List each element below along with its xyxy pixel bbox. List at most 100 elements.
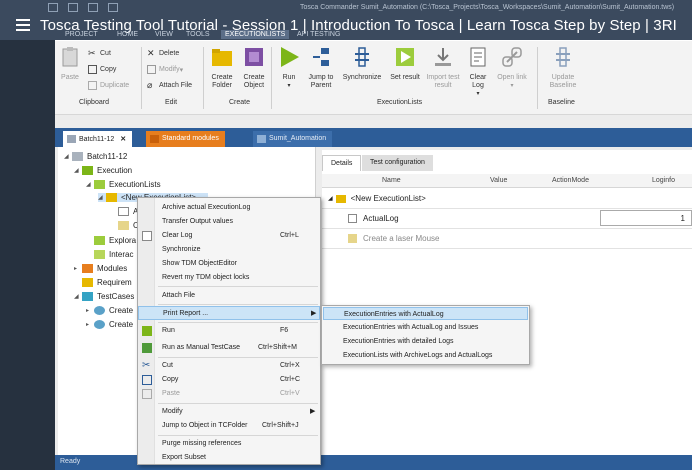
menu-item-attach-file[interactable]: Attach File xyxy=(138,289,320,303)
tree-item-create-2[interactable]: ▸ Create xyxy=(86,320,133,329)
table-row[interactable]: ActualLog 1 xyxy=(322,209,692,229)
tab-tools[interactable]: TOOLS xyxy=(186,31,210,38)
tree-item-requirem[interactable]: Requirem xyxy=(82,278,132,287)
link-icon xyxy=(502,47,522,67)
tree-item-create-1[interactable]: ▸ Create xyxy=(86,306,133,315)
submenu-item-entries-detailed-logs[interactable]: ExecutionEntries with detailed Logs xyxy=(323,335,528,348)
menu-item-export-subset[interactable]: Export Subset xyxy=(138,451,320,465)
tab-home[interactable]: HOME xyxy=(117,31,138,38)
tree-item-root[interactable]: ◢ Batch11-12 xyxy=(64,152,127,161)
hamburger-menu-icon[interactable] xyxy=(16,19,30,31)
save-icon[interactable] xyxy=(48,3,58,12)
doc-tab-batch[interactable]: Batch11-12 ✕ xyxy=(63,131,133,147)
collapse-arrow-icon[interactable]: ◢ xyxy=(86,181,94,188)
menu-item-modify[interactable]: Modify ▶ xyxy=(138,405,320,419)
tree-item-label: ExecutionLists xyxy=(109,180,161,189)
column-header-value[interactable]: Value xyxy=(490,177,507,184)
collapse-arrow-icon[interactable]: ◢ xyxy=(74,167,82,174)
table-row[interactable]: ◢ <New ExecutionList> xyxy=(322,189,692,209)
clear-log-icon xyxy=(142,231,152,241)
duplicate-button[interactable]: Duplicate xyxy=(88,81,129,90)
redo-icon[interactable] xyxy=(88,3,98,12)
open-link-label: Open link xyxy=(497,74,527,81)
tree-item-explora[interactable]: Explora xyxy=(94,236,136,245)
tree-item-executionlists[interactable]: ◢ ExecutionLists xyxy=(86,180,161,189)
tab-details[interactable]: Details xyxy=(322,155,362,171)
menu-item-tdm-editor[interactable]: Show TDM ObjectEditor xyxy=(138,257,320,271)
paste-icon xyxy=(62,47,78,67)
window-path: Tosca Commander Sumit_Automation (C:\Tos… xyxy=(300,4,675,11)
set-result-button[interactable]: Set result xyxy=(387,46,423,82)
menu-item-purge-references[interactable]: Purge missing references xyxy=(138,437,320,451)
menu-item-run-manual[interactable]: Run as Manual TestCase Ctrl+Shift+M xyxy=(138,341,320,355)
column-header-loginfo[interactable]: Loginfo xyxy=(652,177,675,184)
doc-tab-standard-modules[interactable]: Standard modules xyxy=(146,131,225,147)
row-name: Create a laser Mouse xyxy=(363,234,440,243)
menu-item-transfer-output[interactable]: Transfer Output values xyxy=(138,215,320,229)
modify-button[interactable]: Modify ▾ xyxy=(147,65,183,74)
close-icon[interactable]: ✕ xyxy=(120,136,126,143)
import-test-result-button[interactable]: Import test result xyxy=(425,46,461,90)
expand-arrow-icon[interactable]: ▸ xyxy=(86,321,94,328)
tab-view[interactable]: VIEW xyxy=(155,31,173,38)
menu-item-cut[interactable]: ✂ Cut Ctrl+X xyxy=(138,359,320,373)
tab-api-testing[interactable]: API TESTING xyxy=(297,31,340,38)
loginfo-cell[interactable]: 1 xyxy=(600,210,692,226)
collapse-arrow-icon[interactable]: ◢ xyxy=(328,195,333,202)
tree-item-a[interactable]: A xyxy=(118,207,138,216)
tree-item-testcases[interactable]: ◢ TestCases xyxy=(74,292,134,301)
edit-group-label: Edit xyxy=(165,99,178,106)
tab-test-configuration[interactable]: Test configuration xyxy=(362,155,433,171)
menu-item-run[interactable]: Run F6 xyxy=(138,324,320,338)
cut-button[interactable]: ✂ Cut xyxy=(88,49,111,58)
submenu-item-entries-actual-log[interactable]: ExecutionEntries with ActualLog xyxy=(323,307,528,320)
submenu-item-lists-archive-logs[interactable]: ExecutionLists with ArchiveLogs and Actu… xyxy=(323,349,528,362)
create-object-button[interactable]: Create Object xyxy=(237,46,271,90)
menu-item-synchronize[interactable]: Synchronize xyxy=(138,243,320,257)
paste-icon xyxy=(142,389,152,399)
submenu-item-entries-actual-log-issues[interactable]: ExecutionEntries with ActualLog and Issu… xyxy=(323,321,528,334)
column-header-name[interactable]: Name xyxy=(382,177,401,184)
undo-icon[interactable] xyxy=(68,3,78,12)
tab-project[interactable]: PROJECT xyxy=(65,31,98,38)
update-baseline-button[interactable]: Update Baseline xyxy=(543,46,583,90)
open-link-button[interactable]: Open link ▾ xyxy=(495,46,529,90)
menu-item-archive-log[interactable]: Archive actual ExecutionLog xyxy=(138,201,320,215)
expand-arrow-icon[interactable]: ▸ xyxy=(74,265,82,272)
tree-item-modules[interactable]: ▸ Modules xyxy=(74,264,127,273)
column-header-actionmode[interactable]: ActionMode xyxy=(552,177,589,184)
tree-item-execution[interactable]: ◢ Execution xyxy=(74,166,132,175)
clear-log-button[interactable]: Clear Log ▾ xyxy=(463,46,493,98)
menu-item-paste[interactable]: Paste Ctrl+V xyxy=(138,387,320,401)
menu-item-jump-to-object[interactable]: Jump to Object in TCFolder Ctrl+Shift+J xyxy=(138,419,320,433)
tree-item-label: Batch11-12 xyxy=(87,152,128,161)
manual-run-icon xyxy=(142,343,152,353)
tree-item-interac[interactable]: Interac xyxy=(94,250,133,259)
print-report-submenu: ExecutionEntries with ActualLog Executio… xyxy=(321,305,530,365)
menu-item-revert-tdm-locks[interactable]: Revert my TDM object locks xyxy=(138,271,320,285)
menu-item-print-report[interactable]: Print Report ... ▶ xyxy=(138,306,320,320)
copy-button[interactable]: Copy xyxy=(88,65,116,74)
synchronize-button[interactable]: Synchronize xyxy=(339,46,385,82)
delete-label: Delete xyxy=(159,50,180,57)
collapse-arrow-icon[interactable]: ◢ xyxy=(98,194,106,201)
expand-arrow-icon[interactable]: ▸ xyxy=(86,307,94,314)
menu-item-copy[interactable]: Copy Ctrl+C xyxy=(138,373,320,387)
menu-item-clear-log[interactable]: Clear Log Ctrl+L xyxy=(138,229,320,243)
menu-item-label: Transfer Output values xyxy=(162,218,233,225)
tab-executionlists[interactable]: EXECUTIONLISTS xyxy=(221,30,290,39)
tree-item-label: Interac xyxy=(109,250,134,259)
run-button[interactable]: Run ▾ xyxy=(275,46,303,90)
collapse-arrow-icon[interactable]: ◢ xyxy=(74,293,82,300)
delete-button[interactable]: ✕ Delete xyxy=(147,49,179,58)
table-row[interactable]: Create a laser Mouse xyxy=(322,229,692,249)
paperclip-icon: ⌀ xyxy=(147,80,153,90)
paste-button[interactable]: Paste xyxy=(55,46,85,82)
collapse-arrow-icon[interactable]: ◢ xyxy=(64,153,72,160)
jump-to-parent-button[interactable]: Jump to Parent xyxy=(305,46,337,90)
create-folder-button[interactable]: Create Folder xyxy=(205,46,239,90)
attach-file-button[interactable]: ⌀ Attach File xyxy=(147,81,192,90)
tree-item-c[interactable]: C xyxy=(118,221,139,230)
back-icon[interactable] xyxy=(108,3,118,12)
doc-tab-sumit-automation[interactable]: Sumit_Automation xyxy=(253,131,333,147)
